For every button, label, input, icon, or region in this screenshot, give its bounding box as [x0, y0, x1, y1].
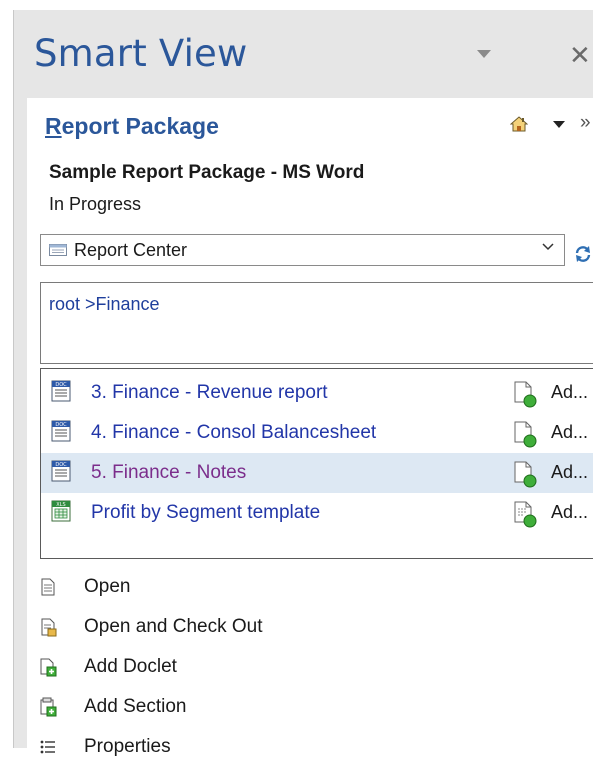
smart-view-pane: Smart View ✕ Report Package » Sample Rep… — [13, 10, 593, 758]
panel-title-accesskey: R — [45, 113, 62, 139]
home-icon[interactable] — [510, 116, 528, 132]
report-center-icon — [49, 244, 67, 256]
panel-title-rest: eport Package — [61, 113, 219, 139]
panel-more-chevron-icon[interactable]: » — [580, 112, 591, 134]
pane-title: Smart View — [34, 32, 248, 75]
doclet-status: Ad... — [551, 462, 589, 482]
package-status: In Progress — [49, 194, 142, 214]
word-document-icon: DOC — [51, 380, 71, 402]
panel-title: Report Package — [45, 113, 219, 140]
report-center-select[interactable]: Report Center — [40, 234, 565, 266]
breadcrumb: root >Finance — [40, 282, 593, 364]
properties-icon — [40, 740, 55, 754]
add-section-label: Add Section — [84, 696, 187, 717]
svg-text:DOC: DOC — [55, 462, 67, 468]
add-doclet-action[interactable]: Add Doclet — [27, 648, 593, 688]
doclet-status: Ad... — [551, 422, 589, 442]
check-out-icon — [41, 618, 57, 637]
svg-text:DOC: DOC — [55, 382, 67, 388]
doclet-row[interactable]: XLS Profit by Segment template Ad... — [41, 493, 593, 533]
breadcrumb-path[interactable]: root >Finance — [49, 294, 160, 315]
doclet-row-selected[interactable]: DOC 5. Finance - Notes Ad... — [41, 453, 593, 493]
doclet-row[interactable]: DOC 4. Finance - Consol Balancesheet Ad.… — [41, 413, 593, 453]
doclet-name[interactable]: Profit by Segment template — [91, 502, 320, 524]
word-document-icon: DOC — [51, 460, 71, 482]
doclet-status-icon — [514, 421, 537, 448]
panel-menu-dropdown-icon[interactable] — [553, 121, 565, 128]
doclet-status-icon — [514, 461, 537, 488]
doclet-status: Ad... — [551, 382, 589, 402]
doclet-row[interactable]: DOC 3. Finance - Revenue report Ad... — [41, 373, 593, 413]
svg-text:XLS: XLS — [56, 502, 65, 508]
open-icon — [41, 578, 55, 596]
add-section-icon — [40, 697, 57, 717]
doclet-status: Ad... — [551, 502, 589, 522]
word-document-icon: DOC — [51, 420, 71, 442]
doclet-name[interactable]: 4. Finance - Consol Balancesheet — [91, 422, 376, 444]
doclet-name[interactable]: 3. Finance - Revenue report — [91, 382, 328, 404]
close-pane-button[interactable]: ✕ — [569, 43, 591, 69]
open-action[interactable]: Open — [27, 568, 593, 608]
pane-options-dropdown-icon[interactable] — [477, 50, 491, 58]
open-label: Open — [84, 576, 131, 597]
chevron-down-icon[interactable] — [541, 242, 555, 252]
add-section-action[interactable]: Add Section — [27, 688, 593, 728]
doclet-name[interactable]: 5. Finance - Notes — [91, 462, 246, 484]
add-doclet-icon — [40, 658, 57, 677]
open-check-out-label: Open and Check Out — [84, 616, 263, 637]
doclet-status-icon — [514, 381, 537, 408]
properties-label: Properties — [84, 736, 171, 757]
add-doclet-label: Add Doclet — [84, 656, 177, 677]
report-center-value: Report Center — [74, 240, 188, 260]
open-check-out-action[interactable]: Open and Check Out — [27, 608, 593, 648]
svg-text:DOC: DOC — [55, 422, 67, 428]
template-status-icon — [514, 501, 537, 528]
package-name: Sample Report Package - MS Word — [49, 162, 365, 183]
doclet-list: DOC 3. Finance - Revenue report Ad... DO… — [40, 368, 593, 559]
report-package-panel: Report Package » Sample Report Package -… — [27, 98, 593, 758]
refresh-icon[interactable] — [573, 244, 593, 264]
properties-action[interactable]: Properties — [27, 728, 593, 768]
excel-document-icon: XLS — [51, 500, 71, 522]
top-strip — [0, 0, 593, 10]
